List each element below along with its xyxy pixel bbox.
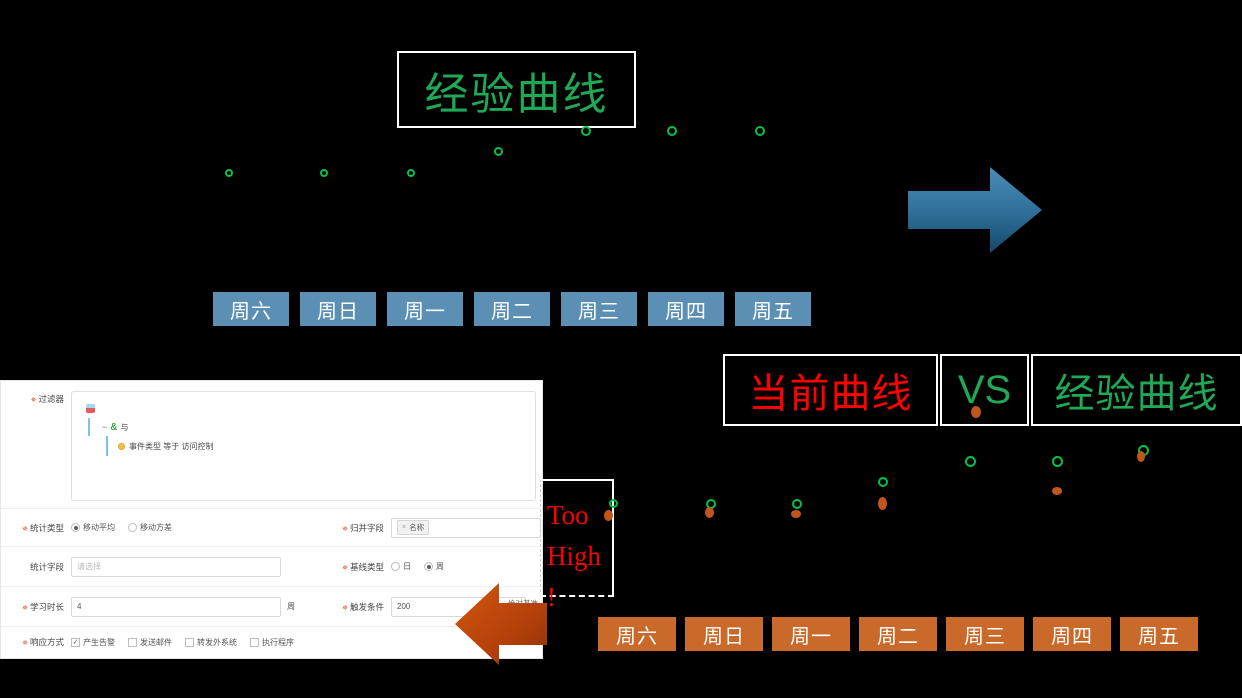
weekday-chip[interactable]: 周日	[300, 292, 376, 326]
weekday-chip[interactable]: 周四	[1033, 617, 1111, 651]
scatter-point-orange	[971, 406, 981, 418]
scatter-point-orange	[604, 510, 613, 521]
weekday-chip[interactable]: 周一	[772, 617, 850, 651]
scatter-point-green	[225, 169, 233, 177]
required-star-icon: ✵	[22, 640, 28, 647]
scatter-point-green	[1052, 456, 1063, 467]
scatter-point-orange	[705, 507, 714, 518]
scatter-point-green	[494, 147, 503, 156]
weekday-chip[interactable]: 周二	[859, 617, 937, 651]
scatter-point-green	[792, 499, 802, 509]
scatter-point-green	[609, 499, 618, 508]
scatter-point-green	[667, 126, 677, 136]
response-option-alarm[interactable]: 产生告警	[71, 637, 115, 648]
scatter-point-green	[965, 456, 976, 467]
scatter-point-orange	[878, 497, 887, 510]
weekday-chip[interactable]: 周二	[474, 292, 550, 326]
response-option-forward[interactable]: 转发外系统	[185, 637, 237, 648]
weekday-chip[interactable]: 周一	[387, 292, 463, 326]
scatter-point-orange	[1137, 451, 1145, 462]
weekday-chip[interactable]: 周三	[946, 617, 1024, 651]
checkbox-icon[interactable]	[250, 637, 259, 647]
checkbox-icon[interactable]	[185, 637, 194, 647]
weekday-chip[interactable]: 周四	[648, 292, 724, 326]
response-option-label: 转发外系统	[197, 637, 237, 647]
weekday-chip-row-top: 周六 周日 周一 周二 周三 周四 周五	[213, 292, 822, 326]
response-option-script[interactable]: 执行程序	[250, 637, 294, 648]
response-mode-label: ✵ 响应方式	[22, 637, 64, 647]
scatter-point-green	[320, 169, 328, 177]
response-option-email[interactable]: 发送邮件	[128, 637, 172, 648]
weekday-chip[interactable]: 周五	[735, 292, 811, 326]
scatter-point-orange	[1052, 487, 1062, 495]
top-experience-chart	[0, 0, 1242, 290]
arrow-right-icon	[908, 167, 1042, 253]
bottom-comparison-chart	[0, 400, 1242, 610]
checkbox-icon[interactable]	[128, 637, 137, 647]
weekday-chip[interactable]: 周六	[213, 292, 289, 326]
scatter-point-green	[878, 477, 888, 487]
slide-canvas: 经验曲线 周六 周日 周一 周二 周三 周四 周五 ✵ 过滤器 − & 与 事件…	[0, 0, 1242, 698]
scatter-point-green	[755, 126, 765, 136]
scatter-point-orange	[791, 510, 801, 518]
response-option-label: 执行程序	[262, 637, 294, 647]
response-option-label: 发送邮件	[140, 637, 172, 647]
weekday-chip[interactable]: 周三	[561, 292, 637, 326]
response-option-label: 产生告警	[83, 637, 115, 647]
weekday-chip[interactable]: 周日	[685, 617, 763, 651]
weekday-chip[interactable]: 周六	[598, 617, 676, 651]
scatter-point-green	[407, 169, 415, 177]
scatter-point-green	[581, 126, 591, 136]
weekday-chip[interactable]: 周五	[1120, 617, 1198, 651]
weekday-chip-row-bottom: 周六 周日 周一 周二 周三 周四 周五	[598, 617, 1207, 651]
checkbox-icon[interactable]	[71, 637, 80, 647]
